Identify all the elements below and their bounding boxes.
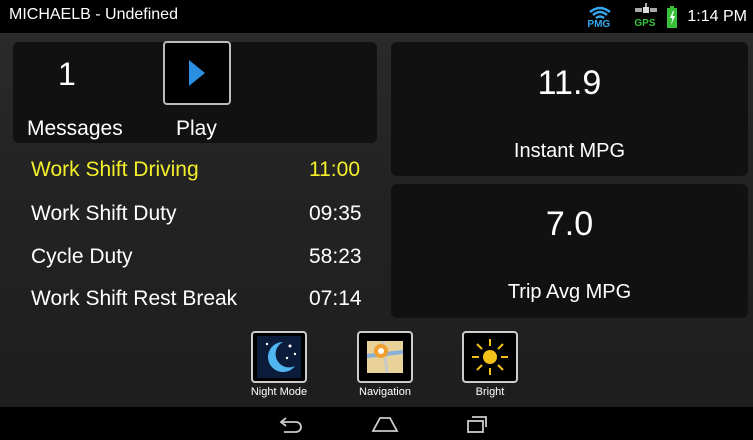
recents-icon[interactable] [465, 414, 489, 434]
home-icon[interactable] [370, 415, 400, 433]
night-mode-label: Night Mode [250, 386, 308, 398]
device-title: MICHAELB - Undefined [9, 6, 178, 23]
trip-mpg-label: Trip Avg MPG [507, 281, 632, 303]
gps-icon: GPS [633, 2, 659, 31]
clock: 1:14 PM [687, 7, 747, 25]
trip-mpg-value: 7.0 [545, 205, 594, 243]
status-bar: MICHAELB - Undefined PMG GPS 1:14 PM [0, 0, 753, 33]
pmg-signal-icon: PMG [585, 3, 615, 31]
instant-mpg-value: 11.9 [537, 64, 602, 102]
messages-label[interactable]: Messages [27, 117, 123, 141]
bright-label: Bright [475, 386, 505, 398]
timer-label-work-shift-duty: Work Shift Duty [31, 202, 177, 225]
moon-icon [257, 336, 301, 378]
battery-icon [667, 5, 678, 28]
back-icon[interactable] [278, 415, 304, 433]
instant-mpg-panel: 11.9 Instant MPG [391, 42, 748, 176]
navigation-button[interactable] [357, 331, 413, 383]
timer-value-work-shift-driving: 11:00 [309, 158, 360, 181]
status-icons: PMG GPS 1:14 PM [585, 0, 747, 33]
timer-value-rest-break: 07:14 [309, 287, 362, 310]
bright-button[interactable] [462, 331, 518, 383]
sun-icon [472, 339, 508, 375]
play-icon [189, 60, 205, 86]
gps-label: GPS [634, 17, 656, 29]
trip-avg-mpg-panel: 7.0 Trip Avg MPG [391, 184, 748, 318]
timer-label-work-shift-driving: Work Shift Driving [31, 158, 199, 181]
timer-label-cycle-duty: Cycle Duty [31, 245, 133, 268]
timer-label-rest-break: Work Shift Rest Break [31, 287, 238, 310]
night-mode-button[interactable] [251, 331, 307, 383]
navigation-label: Navigation [359, 386, 411, 398]
instant-mpg-label: Instant MPG [513, 140, 626, 162]
pmg-label: PMG [587, 18, 611, 30]
message-count[interactable]: 1 [58, 56, 76, 93]
play-label: Play [176, 117, 217, 140]
play-button[interactable] [163, 41, 231, 105]
timer-value-cycle-duty: 58:23 [309, 245, 362, 268]
timer-value-work-shift-duty: 09:35 [309, 202, 362, 225]
map-icon [366, 340, 404, 374]
android-nav-bar [0, 407, 753, 440]
